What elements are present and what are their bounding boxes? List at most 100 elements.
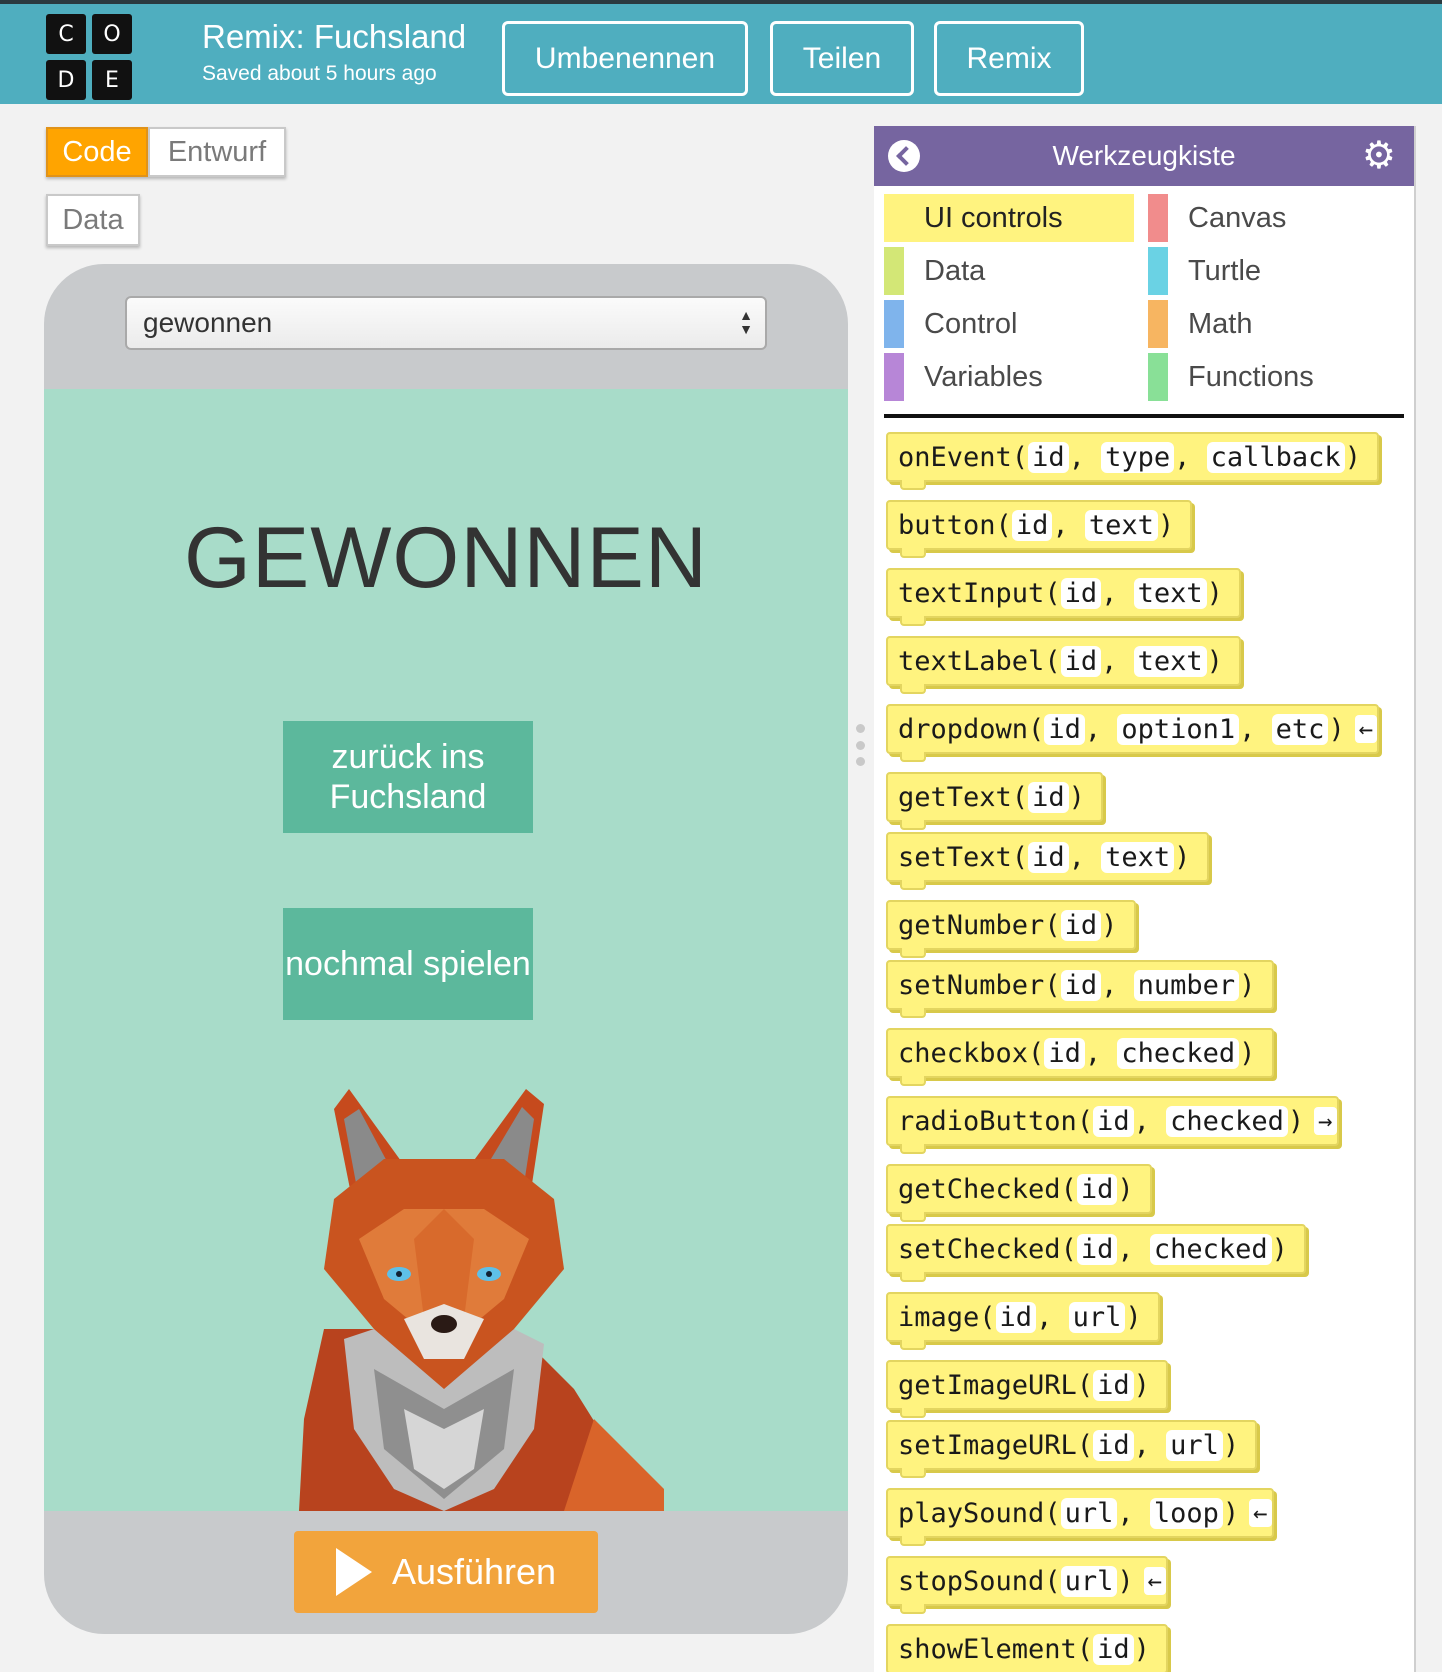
block-arg[interactable]: type xyxy=(1101,441,1175,473)
block-radioButton[interactable]: radioButton(id, checked) → xyxy=(886,1096,1339,1154)
category-canvas[interactable]: Canvas xyxy=(1148,194,1398,242)
block-name: radioButton xyxy=(898,1105,1077,1137)
panel-resize-handle[interactable] xyxy=(854,724,866,766)
block-playSound[interactable]: playSound(url, loop) ← xyxy=(886,1488,1274,1546)
block-arg[interactable]: id xyxy=(1060,909,1102,941)
block-name: showElement xyxy=(898,1633,1077,1665)
block-arg[interactable]: id xyxy=(1028,441,1069,473)
category-control[interactable]: Control xyxy=(884,300,1134,348)
block-image[interactable]: image(id, url) xyxy=(886,1292,1160,1350)
block-setChecked[interactable]: setChecked(id, checked) xyxy=(886,1224,1307,1282)
block-arg[interactable]: text xyxy=(1133,645,1207,677)
block-stopSound[interactable]: stopSound(url) ← xyxy=(886,1556,1169,1614)
block-arg[interactable]: id xyxy=(1076,1233,1118,1265)
toolbox-panel: UI controls Canvas Data Turtle Control Math Va… xyxy=(874,186,1414,1672)
block-setText[interactable]: setText(id, text) xyxy=(886,832,1209,890)
block-button[interactable]: button(id, text) xyxy=(886,500,1193,558)
block-arg[interactable]: id xyxy=(995,1301,1037,1333)
block-arg[interactable]: id xyxy=(1011,509,1053,541)
logo-letter: D xyxy=(46,60,86,100)
category-variables[interactable]: Variables xyxy=(884,353,1134,401)
block-arg[interactable]: checked xyxy=(1149,1233,1272,1265)
category-label: Control xyxy=(924,307,1018,340)
share-button[interactable]: Teilen xyxy=(770,21,914,96)
toolbox-header: Werkzeugkiste ⚙ xyxy=(874,126,1414,186)
block-arg[interactable]: etc xyxy=(1271,713,1329,745)
block-arg[interactable]: id xyxy=(1093,1369,1134,1401)
category-turtle[interactable]: Turtle xyxy=(1148,247,1398,295)
block-arg[interactable]: checked xyxy=(1117,1037,1240,1069)
block-arg[interactable]: callback xyxy=(1206,441,1345,473)
app-title-label: GEWONNEN xyxy=(184,510,708,606)
block-name: button xyxy=(898,509,996,541)
block-arg[interactable]: id xyxy=(1060,577,1102,609)
back-to-fuchsland-button[interactable]: zurück ins Fuchsland xyxy=(283,721,533,833)
collapse-toolbox-icon[interactable] xyxy=(888,140,920,172)
block-getImageURL[interactable]: getImageURL(id) xyxy=(886,1360,1169,1418)
select-arrows-icon: ▲ ▼ xyxy=(739,307,753,337)
block-name: textInput xyxy=(898,577,1045,609)
play-again-button[interactable]: nochmal spielen xyxy=(283,908,533,1020)
category-ui-controls[interactable]: UI controls xyxy=(884,194,1134,242)
rename-button[interactable]: Umbenennen xyxy=(502,21,748,96)
category-data[interactable]: Data xyxy=(884,247,1134,295)
block-arg[interactable]: url xyxy=(1166,1429,1223,1461)
project-title: Remix: Fuchsland xyxy=(202,18,467,55)
block-arg[interactable]: id xyxy=(1044,713,1085,745)
category-color-swatch xyxy=(884,353,904,401)
category-color-swatch xyxy=(1148,247,1168,295)
block-arg[interactable]: id xyxy=(1028,781,1069,813)
workspace-edge xyxy=(1416,126,1442,1672)
play-icon xyxy=(335,1548,372,1596)
block-dropdown[interactable]: dropdown(id, option1, etc) ← xyxy=(886,704,1380,762)
category-label: UI controls xyxy=(924,201,1063,234)
tab-design[interactable]: Entwurf xyxy=(148,127,286,177)
block-arg[interactable]: text xyxy=(1133,577,1207,609)
block-getText[interactable]: getText(id) xyxy=(886,772,1104,830)
block-textInput[interactable]: textInput(id, text) xyxy=(886,568,1242,626)
category-label: Canvas xyxy=(1188,201,1287,234)
block-arg[interactable]: id xyxy=(1044,1037,1085,1069)
tab-data[interactable]: Data xyxy=(46,194,140,246)
block-arg[interactable]: text xyxy=(1101,841,1175,873)
remix-button[interactable]: Remix xyxy=(934,21,1084,96)
block-arg[interactable]: loop xyxy=(1149,1497,1223,1529)
block-showElement[interactable]: showElement(id) xyxy=(886,1624,1169,1672)
block-arg[interactable]: id xyxy=(1060,969,1102,1001)
block-checkbox[interactable]: checkbox(id, checked) xyxy=(886,1028,1274,1086)
fox-image xyxy=(299,1089,664,1511)
block-arg[interactable]: id xyxy=(1093,1633,1134,1665)
category-math[interactable]: Math xyxy=(1148,300,1398,348)
tab-code[interactable]: Code xyxy=(46,127,148,177)
screen-selector[interactable]: gewonnen ▲ ▼ xyxy=(125,296,767,350)
block-name: getText xyxy=(898,781,1012,813)
code-logo[interactable]: C O D E xyxy=(46,14,132,100)
block-onEvent[interactable]: onEvent(id, type, callback) xyxy=(886,432,1380,490)
block-name: stopSound xyxy=(898,1565,1045,1597)
block-arg[interactable]: option1 xyxy=(1117,713,1240,745)
category-functions[interactable]: Functions xyxy=(1148,353,1398,401)
logo-letter: C xyxy=(46,14,86,54)
block-arg[interactable]: id xyxy=(1093,1429,1134,1461)
block-getChecked[interactable]: getChecked(id) xyxy=(886,1164,1152,1222)
block-setImageURL[interactable]: setImageURL(id, url) xyxy=(886,1420,1258,1478)
block-setNumber[interactable]: setNumber(id, number) xyxy=(886,960,1274,1018)
block-textLabel[interactable]: textLabel(id, text) xyxy=(886,636,1242,694)
run-button[interactable]: Ausführen xyxy=(294,1531,598,1613)
return-arrow-icon: → xyxy=(1314,1107,1337,1135)
block-getNumber[interactable]: getNumber(id) xyxy=(886,900,1136,958)
block-arg[interactable]: id xyxy=(1093,1105,1134,1137)
block-arg[interactable]: id xyxy=(1028,841,1069,873)
block-arg[interactable]: id xyxy=(1060,645,1102,677)
gear-icon[interactable]: ⚙ xyxy=(1362,134,1396,178)
block-arg[interactable]: url xyxy=(1060,1497,1118,1529)
block-arg[interactable]: url xyxy=(1060,1565,1118,1597)
block-arg[interactable]: id xyxy=(1076,1173,1118,1205)
category-label: Math xyxy=(1188,307,1253,340)
block-arg[interactable]: url xyxy=(1068,1301,1126,1333)
block-arg[interactable]: number xyxy=(1133,969,1240,1001)
block-arg[interactable]: text xyxy=(1084,509,1158,541)
block-arg[interactable]: checked xyxy=(1166,1105,1288,1137)
mode-tabs: Code Entwurf xyxy=(46,127,286,177)
category-color-swatch xyxy=(884,247,904,295)
